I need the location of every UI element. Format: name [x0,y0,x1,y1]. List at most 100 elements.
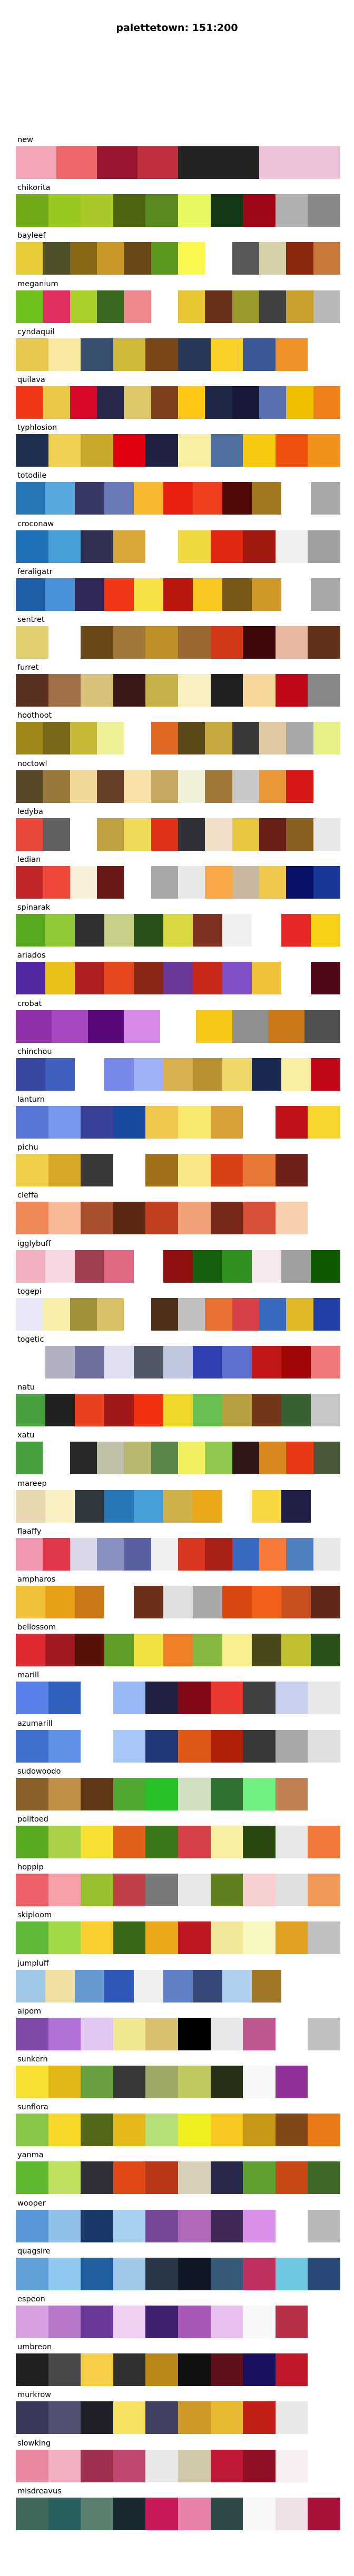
color-swatch [243,2209,276,2242]
color-swatch [151,722,178,755]
color-swatch [178,1921,211,1955]
color-swatch [81,1154,113,1187]
color-swatch [16,242,43,275]
color-swatch [163,1394,193,1427]
color-swatch [151,1297,178,1331]
color-swatch [113,1729,146,1763]
color-swatch [145,1921,178,1955]
color-swatch [16,1442,43,1475]
color-swatch [104,1346,134,1378]
palette-label: skiploom [17,1911,52,1920]
color-swatch [145,2257,178,2290]
color-swatch [210,1106,243,1139]
palette-strip [16,2114,340,2147]
palette-label: meganium [17,279,58,288]
color-swatch [311,914,340,947]
color-swatch [210,2497,243,2530]
color-swatch [222,482,252,515]
palette-label: chikorita [17,184,51,193]
color-swatch [16,914,45,947]
color-swatch [16,1346,45,1378]
color-swatch [81,1682,113,1715]
color-swatch [43,290,70,323]
color-swatch [210,1777,243,1810]
color-swatch [145,194,178,227]
color-swatch [16,1682,48,1715]
color-swatch [275,2449,308,2482]
color-swatch [311,1394,340,1427]
color-swatch [178,1682,211,1715]
color-swatch [96,386,124,419]
color-swatch [281,1969,311,2003]
color-swatch [259,1297,287,1331]
palette-label: politoed [17,1815,48,1824]
color-swatch [210,194,243,227]
color-swatch [210,2449,243,2482]
color-swatch [311,1634,340,1667]
color-swatch [48,338,81,371]
color-swatch [308,1874,340,1907]
palette-label: totodile [17,471,47,480]
color-swatch [178,1202,211,1235]
palette-label: typhlosion [17,424,57,432]
color-swatch [16,2353,48,2387]
color-swatch [145,626,178,659]
palette-strip [16,1537,340,1571]
color-swatch [243,434,276,467]
color-swatch [48,1682,81,1715]
color-swatch [275,2017,308,2050]
palette-strip [16,1202,340,1235]
palette-label: noctowl [17,759,47,768]
color-swatch [243,1921,276,1955]
color-swatch [308,674,340,707]
color-swatch [308,1921,340,1955]
color-swatch [308,2114,340,2147]
palette-label: bellossom [17,1623,56,1632]
color-swatch [104,1586,134,1618]
color-swatch [45,482,75,515]
palette-label: sunkern [17,2055,48,2064]
color-swatch [178,530,211,563]
palette-label: slowking [17,2439,51,2448]
color-swatch [304,1010,340,1043]
color-swatch [43,818,70,851]
color-swatch [81,1826,113,1858]
color-swatch [104,1634,134,1667]
palette-label: azumarill [17,1719,53,1728]
color-swatch [145,674,178,707]
color-swatch [96,1297,124,1331]
color-swatch [16,626,48,659]
color-swatch [178,626,211,659]
color-swatch [252,482,281,515]
palette-strip [16,1586,340,1618]
color-swatch [243,2114,276,2147]
color-swatch [113,1874,146,1907]
color-swatch [281,1586,311,1618]
color-swatch [178,290,205,323]
color-swatch [232,866,259,899]
color-swatch [259,770,287,803]
color-swatch [16,386,43,419]
color-swatch [210,2209,243,2242]
color-swatch [104,482,134,515]
color-swatch [16,1106,48,1139]
color-swatch [124,290,151,323]
color-swatch [308,2497,340,2530]
color-swatch [205,770,232,803]
color-swatch [113,2017,146,2050]
color-swatch [151,770,178,803]
color-swatch [286,386,313,419]
color-swatch [16,1537,43,1571]
color-swatch [243,2306,276,2338]
color-swatch [45,1586,75,1618]
color-swatch [104,962,134,995]
color-swatch [134,1346,163,1378]
color-swatch [104,1058,134,1091]
color-swatch [311,1058,340,1091]
color-swatch [275,530,308,563]
color-swatch [232,386,259,419]
color-swatch [70,722,97,755]
color-swatch [87,1010,124,1043]
color-swatch [222,1058,252,1091]
palette-strip [16,1154,340,1187]
